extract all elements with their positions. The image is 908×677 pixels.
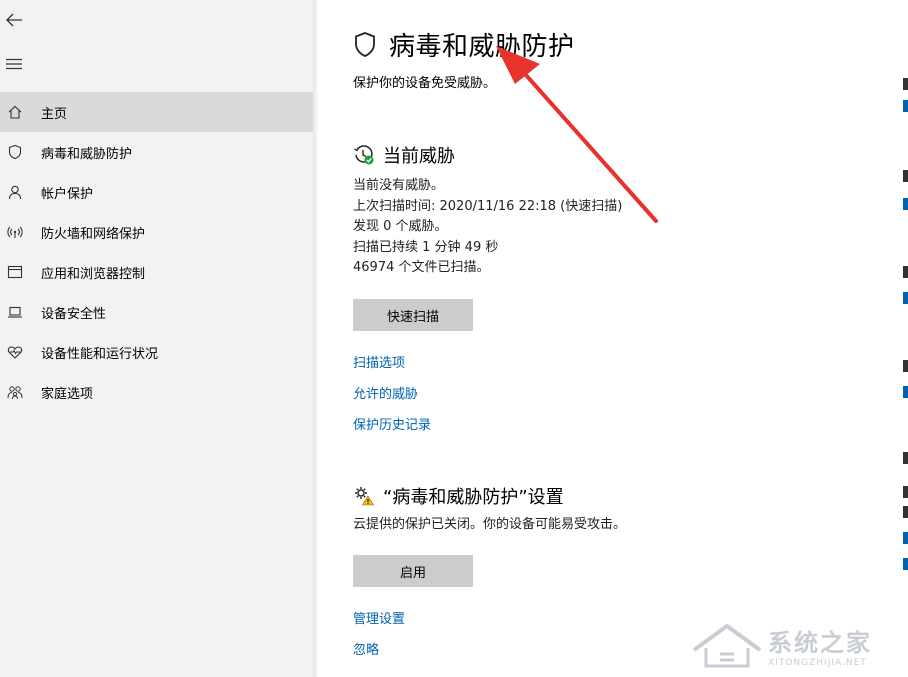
clipped-text-fragment	[903, 266, 908, 278]
wifi-icon	[6, 223, 24, 241]
scan-options-link[interactable]: 扫描选项	[353, 352, 405, 371]
person-icon	[6, 183, 24, 201]
protection-history-link[interactable]: 保护历史记录	[353, 414, 431, 433]
clipped-link-fragment	[903, 532, 908, 544]
sidebar-item-label: 应用和浏览器控制	[41, 266, 146, 282]
scan-duration-text: 扫描已持续 1 分钟 49 秒	[353, 239, 499, 255]
sidebar-item-label: 病毒和威胁防护	[41, 146, 133, 162]
sidebar-item-app-browser-control[interactable]: 应用和浏览器控制	[0, 252, 313, 292]
sidebar-item-virus-protection[interactable]: 病毒和威胁防护	[0, 132, 313, 172]
shield-icon	[6, 143, 24, 161]
manage-settings-link[interactable]: 管理设置	[353, 608, 405, 627]
hamburger-menu-button[interactable]	[2, 52, 26, 76]
files-scanned-text: 46974 个文件已扫描。	[353, 260, 490, 275]
sidebar-item-firewall[interactable]: 防火墙和网络保护	[0, 212, 313, 252]
threat-status-text: 当前没有威胁。	[353, 178, 445, 193]
clipped-link-fragment	[903, 100, 908, 112]
threats-found-text: 发现 0 个威胁。	[353, 219, 448, 234]
clipped-link-fragment	[903, 198, 908, 210]
clipped-text-fragment	[903, 486, 908, 498]
history-check-icon	[354, 145, 374, 165]
dismiss-link[interactable]: 忽略	[353, 639, 379, 658]
settings-header: “病毒和威胁防护”设置	[353, 483, 564, 509]
watermark-text: 系统之家 XITONGZHIJIA.NET	[768, 623, 872, 668]
sidebar-item-label: 帐户保护	[41, 186, 94, 202]
clipped-text-fragment	[903, 452, 908, 464]
back-arrow-icon	[6, 13, 22, 27]
clipped-text-fragment	[903, 78, 908, 90]
heart-icon	[6, 343, 24, 361]
gear-warning-icon	[355, 487, 375, 506]
threats-title: 当前威胁	[383, 146, 455, 167]
sidebar-item-device-security[interactable]: 设备安全性	[0, 292, 313, 332]
watermark: 系统之家 XITONGZHIJIA.NET	[692, 619, 902, 671]
sidebar-item-label: 防火墙和网络保护	[41, 226, 146, 242]
back-button[interactable]	[2, 8, 26, 32]
cloud-protection-warning: 云提供的保护已关闭。你的设备可能易受攻击。	[353, 517, 627, 532]
shield-icon	[355, 31, 375, 57]
clipped-text-fragment	[903, 506, 908, 518]
page-subtitle: 保护你的设备免受威胁。	[353, 76, 497, 91]
windows-security-window: 主页 病毒和威胁防护 帐户保护 防火墙和网络保护 应用和浏览器控制 设备安全性 …	[0, 0, 908, 677]
sidebar-item-device-performance[interactable]: 设备性能和运行状况	[0, 332, 313, 372]
page-header: 病毒和威胁防护	[353, 26, 575, 63]
last-scan-text: 上次扫描时间: 2020/11/16 22:18 (快速扫描)	[353, 198, 623, 214]
quick-scan-button[interactable]: 快速扫描	[353, 299, 473, 331]
window-icon	[6, 263, 24, 281]
sidebar-nav: 主页 病毒和威胁防护 帐户保护 防火墙和网络保护 应用和浏览器控制 设备安全性 …	[0, 92, 313, 412]
enable-button[interactable]: 启用	[353, 555, 473, 587]
sidebar-item-home[interactable]: 主页	[0, 92, 313, 132]
watermark-url: XITONGZHIJIA.NET	[768, 657, 867, 668]
hamburger-icon	[6, 58, 22, 70]
page-title: 病毒和威胁防护	[389, 32, 575, 62]
sidebar-item-label: 家庭选项	[41, 386, 94, 402]
threats-header: 当前威胁	[353, 142, 455, 168]
home-icon	[6, 103, 24, 121]
sidebar: 主页 病毒和威胁防护 帐户保护 防火墙和网络保护 应用和浏览器控制 设备安全性 …	[0, 0, 313, 677]
watermark-title: 系统之家	[768, 628, 872, 657]
clipped-link-fragment	[903, 386, 908, 398]
threats-info: 当前没有威胁。 上次扫描时间: 2020/11/16 22:18 (快速扫描) …	[353, 176, 622, 279]
house-logo-icon	[692, 623, 762, 668]
sidebar-item-family-options[interactable]: 家庭选项	[0, 372, 313, 412]
sidebar-item-label: 设备性能和运行状况	[41, 346, 159, 362]
family-icon	[6, 383, 24, 401]
laptop-icon	[6, 303, 24, 321]
right-column-clipped	[900, 0, 908, 677]
allowed-threats-link[interactable]: 允许的威胁	[353, 383, 418, 402]
clipped-text-fragment	[903, 360, 908, 372]
sidebar-item-account-protection[interactable]: 帐户保护	[0, 172, 313, 212]
settings-title: “病毒和威胁防护”设置	[383, 487, 564, 508]
sidebar-shadow	[313, 0, 319, 677]
clipped-text-fragment	[903, 170, 908, 182]
sidebar-item-label: 主页	[41, 106, 68, 122]
sidebar-item-label: 设备安全性	[41, 306, 107, 322]
clipped-link-fragment	[903, 558, 908, 570]
clipped-link-fragment	[903, 292, 908, 304]
